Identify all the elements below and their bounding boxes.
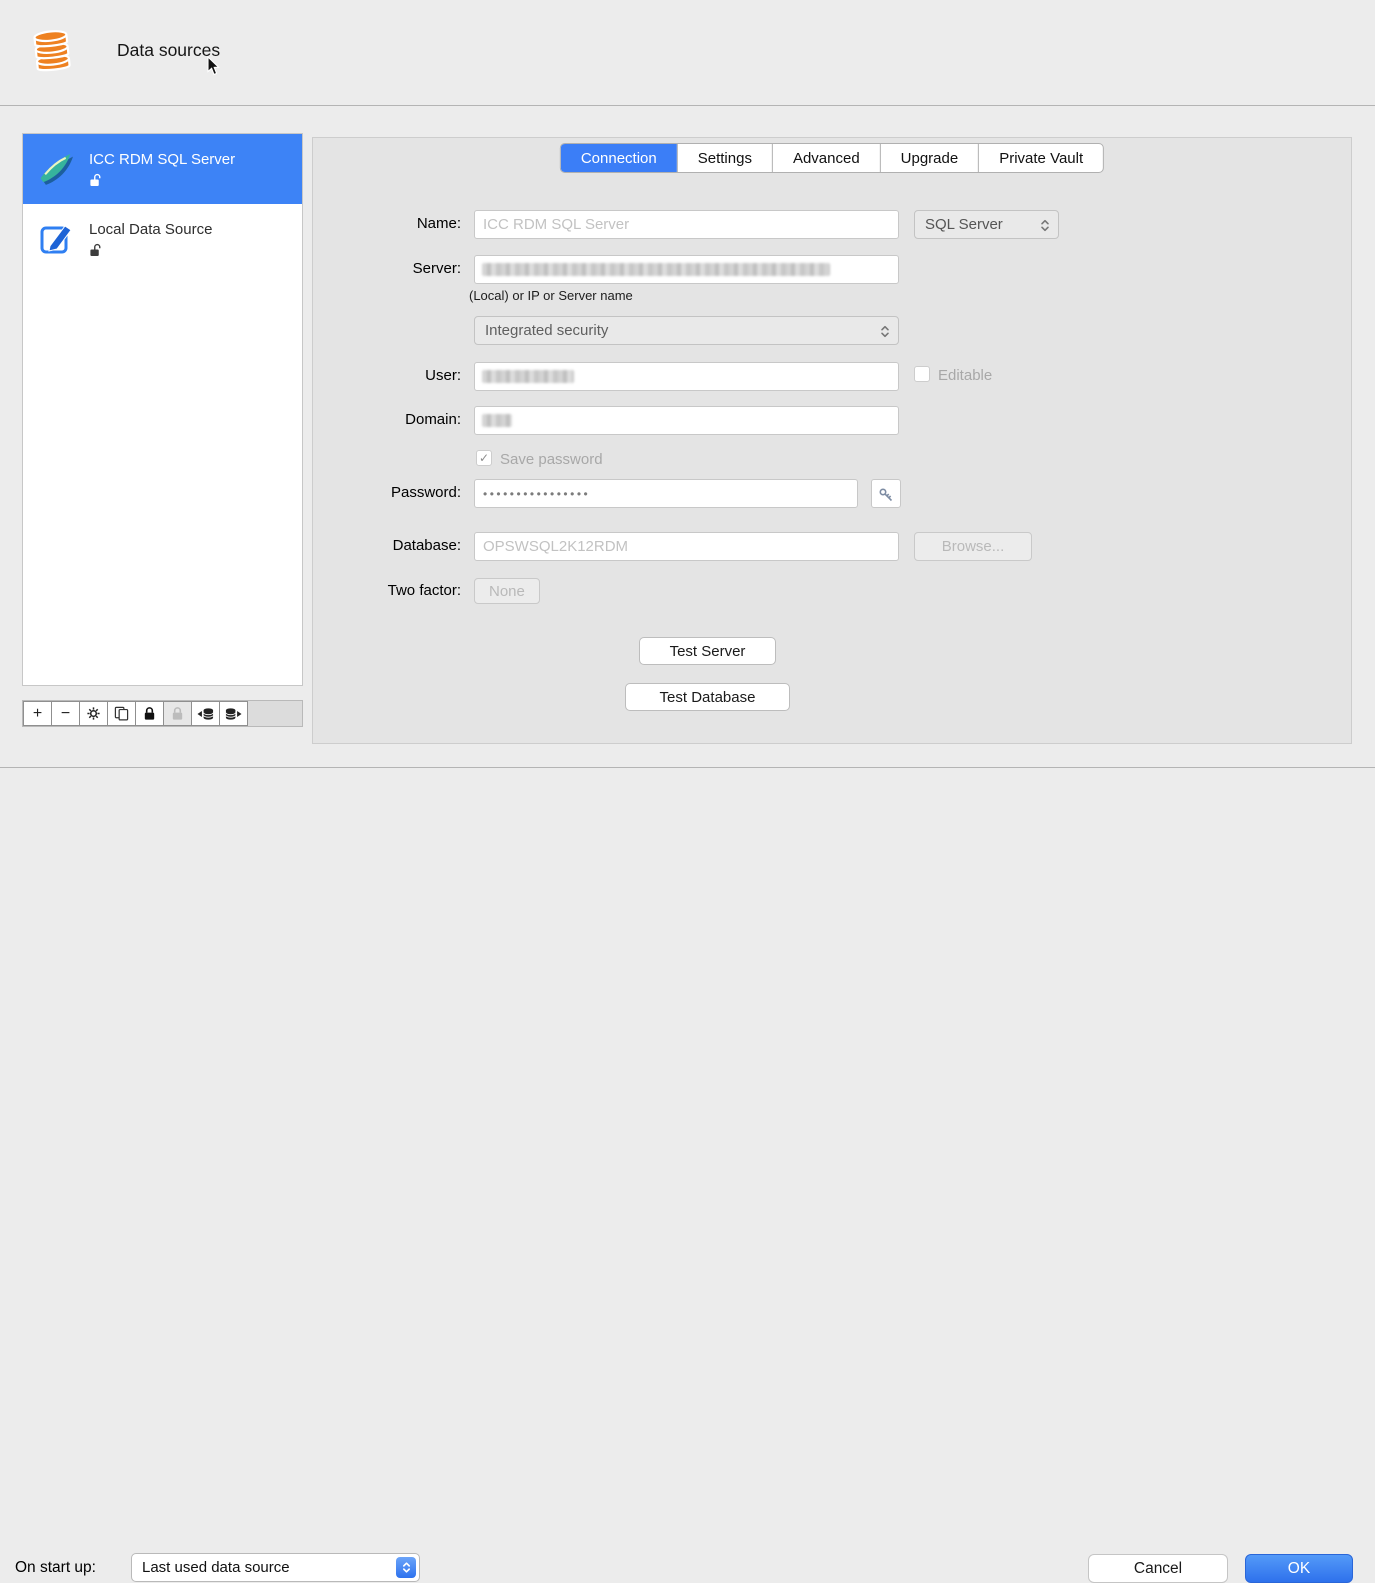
unlock-button[interactable] (163, 701, 192, 726)
domain-input[interactable] (474, 406, 899, 435)
list-item-local-data-source[interactable]: Local Data Source (23, 204, 302, 274)
lock-button[interactable] (135, 701, 164, 726)
save-password-label: Save password (500, 451, 603, 468)
chevron-updown-icon (1041, 219, 1049, 232)
name-input[interactable] (474, 210, 899, 239)
import-database-icon (197, 707, 214, 720)
unlocked-icon (90, 243, 101, 257)
database-logo-icon (33, 30, 71, 72)
server-input[interactable] (474, 255, 899, 284)
ok-button[interactable]: OK (1245, 1554, 1353, 1583)
list-item-icc-rdm-sql-server[interactable]: ICC RDM SQL Server (23, 134, 302, 204)
datasource-list: ICC RDM SQL Server Local Data Source (22, 133, 303, 686)
domain-label: Domain: (405, 411, 461, 428)
tab-private-vault[interactable]: Private Vault (978, 144, 1103, 172)
mouse-cursor-icon (207, 56, 220, 76)
startup-select[interactable]: Last used data source (131, 1553, 420, 1582)
server-hint: (Local) or IP or Server name (469, 288, 633, 303)
key-icon (879, 487, 893, 501)
cancel-button[interactable]: Cancel (1088, 1554, 1228, 1583)
password-input[interactable] (474, 479, 858, 508)
datasource-type-value: SQL Server (925, 216, 1003, 233)
tab-upgrade[interactable]: Upgrade (879, 144, 979, 172)
user-label: User: (425, 367, 461, 384)
sql-server-icon (31, 148, 83, 190)
tab-advanced[interactable]: Advanced (771, 144, 880, 172)
gear-icon (87, 707, 100, 720)
tab-bar: Connection Settings Advanced Upgrade Pri… (559, 143, 1105, 173)
database-input[interactable] (474, 532, 899, 561)
add-datasource-button[interactable]: + (23, 701, 52, 726)
datasource-type-select[interactable]: SQL Server (914, 210, 1059, 239)
name-label: Name: (416, 215, 461, 232)
browse-button[interactable]: Browse... (914, 532, 1032, 561)
chevron-updown-icon (881, 325, 889, 338)
editable-checkbox[interactable] (914, 366, 930, 382)
local-datasource-icon (31, 219, 83, 259)
unlocked-icon (90, 173, 101, 187)
startup-value: Last used data source (142, 1559, 290, 1576)
server-label: Server: (412, 260, 461, 277)
two-factor-button[interactable]: None (474, 578, 540, 604)
remove-datasource-button[interactable]: − (51, 701, 80, 726)
duplicate-icon (114, 706, 129, 721)
reveal-password-button[interactable] (871, 479, 901, 508)
two-factor-label: Two factor: (387, 582, 461, 599)
footer-bar: On start up: Last used data source Cance… (0, 767, 1375, 1583)
duplicate-button[interactable] (107, 701, 136, 726)
checkmark-icon: ✓ (478, 451, 490, 465)
test-database-button[interactable]: Test Database (625, 683, 790, 711)
import-datasource-button[interactable] (191, 701, 220, 726)
security-mode-value: Integrated security (485, 322, 609, 339)
export-datasource-button[interactable] (219, 701, 248, 726)
user-input[interactable] (474, 362, 899, 391)
settings-gear-button[interactable] (79, 701, 108, 726)
connection-panel: Connection Settings Advanced Upgrade Pri… (312, 137, 1352, 744)
unlock-icon (172, 707, 183, 720)
security-mode-select[interactable]: Integrated security (474, 316, 899, 345)
datasource-name: Local Data Source (89, 221, 213, 238)
save-password-checkbox[interactable]: ✓ (476, 450, 492, 466)
chevron-updown-icon (402, 1562, 410, 1573)
popup-stepper (396, 1557, 416, 1578)
database-label: Database: (392, 537, 461, 554)
export-database-icon (225, 707, 242, 720)
test-server-button[interactable]: Test Server (639, 637, 776, 665)
list-toolbar: + − (22, 700, 303, 727)
datasource-name: ICC RDM SQL Server (89, 151, 236, 168)
lock-icon (144, 707, 155, 720)
tab-connection[interactable]: Connection (560, 144, 677, 172)
password-label: Password: (390, 484, 461, 501)
startup-label: On start up: (15, 1559, 96, 1576)
tab-settings[interactable]: Settings (676, 144, 772, 172)
window-header: Data sources (0, 0, 1375, 106)
page-title: Data sources (117, 40, 221, 60)
editable-label: Editable (938, 367, 993, 384)
